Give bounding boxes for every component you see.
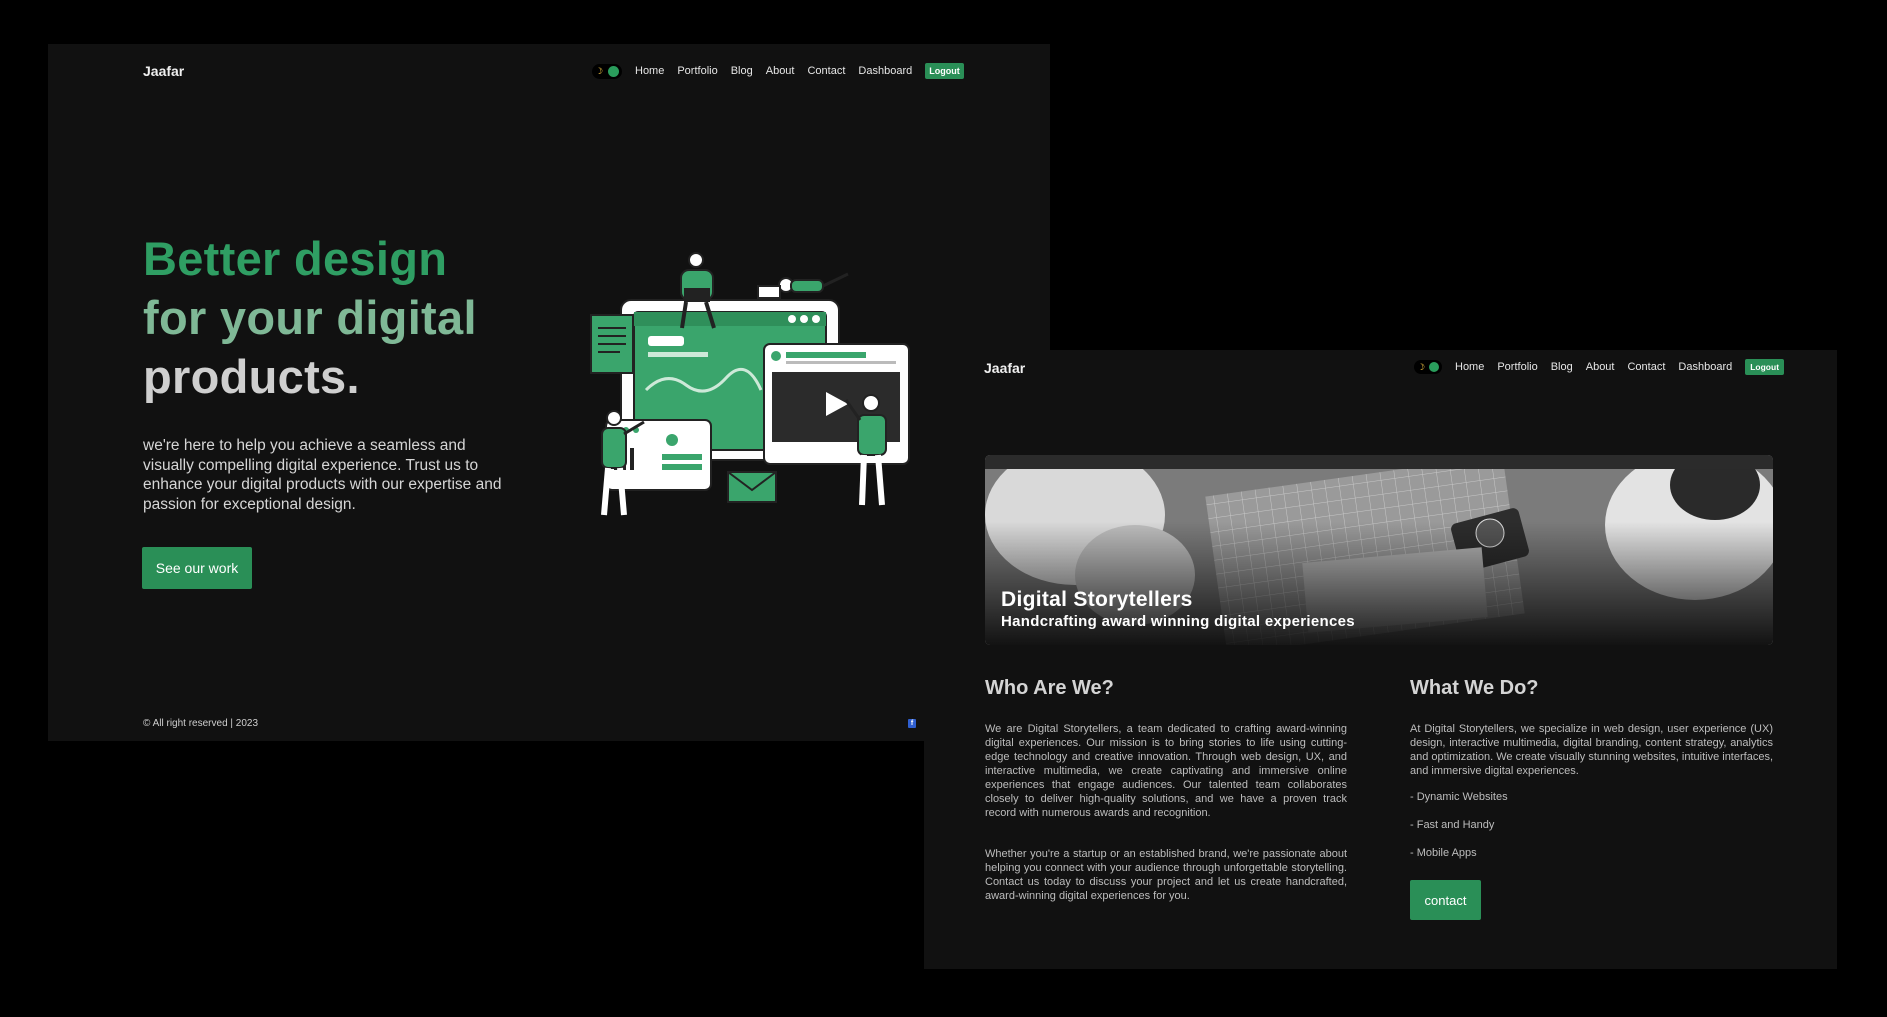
contact-button[interactable]: contact	[1410, 880, 1481, 920]
nav-dashboard[interactable]: Dashboard	[858, 65, 912, 77]
nav-portfolio[interactable]: Portfolio	[677, 65, 717, 77]
nav-contact[interactable]: Contact	[1627, 361, 1665, 373]
nav-about[interactable]: About	[766, 65, 795, 77]
hero-title-line-2: for your digital	[143, 291, 477, 344]
hero-banner: Digital Storytellers Handcrafting award …	[985, 455, 1773, 645]
service-item: - Dynamic Websites	[1410, 791, 1508, 803]
brand-logo[interactable]: Jaafar	[143, 63, 184, 79]
brand-logo[interactable]: Jaafar	[984, 360, 1025, 376]
who-paragraph-1: We are Digital Storytellers, a team dedi…	[985, 723, 1347, 819]
nav-dashboard[interactable]: Dashboard	[1678, 361, 1732, 373]
hero-title-line-3: products.	[143, 350, 360, 403]
what-heading: What We Do?	[1410, 677, 1539, 699]
nav-home[interactable]: Home	[635, 65, 664, 77]
banner-subtitle: Handcrafting award winning digital exper…	[1001, 613, 1355, 630]
hero-description: we're here to help you achieve a seamles…	[143, 437, 502, 513]
nav-portfolio[interactable]: Portfolio	[1497, 361, 1537, 373]
nav-links: ☽ Home Portfolio Blog About Contact Dash…	[592, 63, 964, 79]
hero-title: Better design for your digital products.	[143, 229, 503, 406]
nav-home[interactable]: Home	[1455, 361, 1484, 373]
logout-button[interactable]: Logout	[1745, 359, 1785, 375]
theme-toggle[interactable]: ☽	[1414, 360, 1442, 374]
what-paragraph: At Digital Storytellers, we specialize i…	[1410, 723, 1773, 777]
who-paragraph-2: Whether you're a startup or an establish…	[985, 848, 1347, 902]
see-our-work-button[interactable]: See our work	[142, 547, 252, 589]
nav-contact[interactable]: Contact	[807, 65, 845, 77]
theme-toggle[interactable]: ☽	[592, 63, 622, 79]
hero-title-line-1: Better design	[143, 232, 448, 285]
facebook-icon[interactable]: f	[908, 719, 916, 728]
toggle-knob	[608, 65, 619, 77]
nav-links: ☽ Home Portfolio Blog About Contact Dash…	[1414, 359, 1785, 375]
about-page-screenshot: Jaafar ☽ Home Portfolio Blog About Conta…	[924, 350, 1837, 969]
nav-blog[interactable]: Blog	[731, 65, 753, 77]
home-page-screenshot: Jaafar ☽ Home Portfolio Blog About Conta…	[48, 44, 1050, 741]
toggle-knob	[1429, 362, 1439, 372]
banner-title: Digital Storytellers	[1001, 588, 1193, 611]
moon-icon: ☽	[1417, 361, 1426, 372]
footer-copyright: © All right reserved | 2023	[143, 718, 259, 729]
nav-blog[interactable]: Blog	[1551, 361, 1573, 373]
logout-button[interactable]: Logout	[925, 63, 964, 79]
service-item: - Fast and Handy	[1410, 819, 1495, 831]
hero-illustration	[590, 252, 910, 516]
who-heading: Who Are We?	[985, 677, 1114, 699]
service-item: - Mobile Apps	[1410, 847, 1477, 859]
nav-about[interactable]: About	[1586, 361, 1615, 373]
moon-icon: ☽	[595, 65, 604, 76]
